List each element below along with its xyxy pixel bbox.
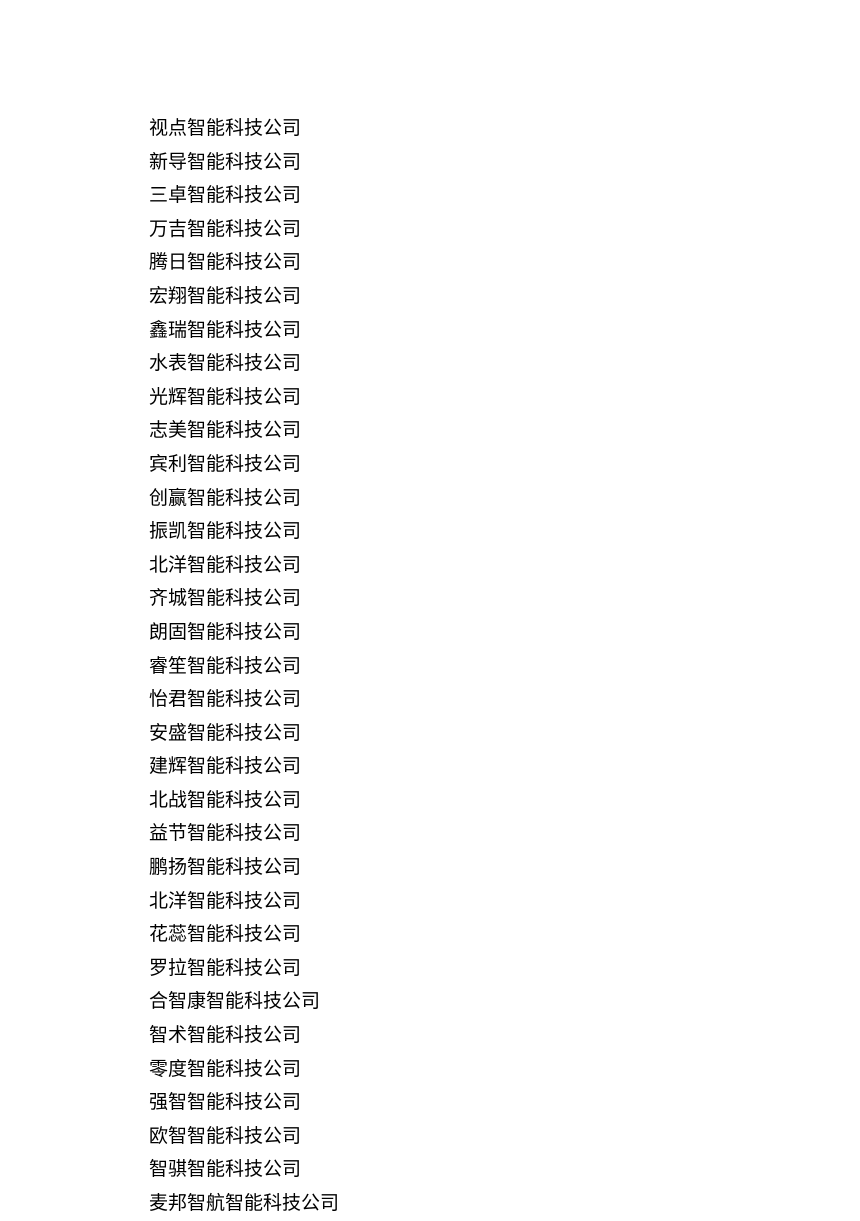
list-item: 视点智能科技公司 xyxy=(149,112,860,146)
company-list: 视点智能科技公司 新导智能科技公司 三卓智能科技公司 万吉智能科技公司 腾日智能… xyxy=(0,0,860,1221)
list-item: 志美智能科技公司 xyxy=(149,414,860,448)
list-item: 新导智能科技公司 xyxy=(149,146,860,180)
list-item: 益节智能科技公司 xyxy=(149,817,860,851)
list-item: 建辉智能科技公司 xyxy=(149,750,860,784)
list-item: 北洋智能科技公司 xyxy=(149,885,860,919)
list-item: 花蕊智能科技公司 xyxy=(149,918,860,952)
list-item: 零度智能科技公司 xyxy=(149,1053,860,1087)
list-item: 罗拉智能科技公司 xyxy=(149,952,860,986)
list-item: 鑫瑞智能科技公司 xyxy=(149,314,860,348)
list-item: 合智康智能科技公司 xyxy=(149,985,860,1019)
list-item: 强智智能科技公司 xyxy=(149,1086,860,1120)
list-item: 宾利智能科技公司 xyxy=(149,448,860,482)
list-item: 光辉智能科技公司 xyxy=(149,381,860,415)
list-item: 万吉智能科技公司 xyxy=(149,213,860,247)
list-item: 北战智能科技公司 xyxy=(149,784,860,818)
list-item: 创赢智能科技公司 xyxy=(149,482,860,516)
list-item: 腾日智能科技公司 xyxy=(149,246,860,280)
list-item: 智骐智能科技公司 xyxy=(149,1153,860,1187)
list-item: 朗固智能科技公司 xyxy=(149,616,860,650)
list-item: 怡君智能科技公司 xyxy=(149,683,860,717)
list-item: 欧智智能科技公司 xyxy=(149,1120,860,1154)
list-item: 睿笙智能科技公司 xyxy=(149,650,860,684)
list-item: 北洋智能科技公司 xyxy=(149,549,860,583)
list-item: 麦邦智航智能科技公司 xyxy=(149,1187,860,1221)
list-item: 三卓智能科技公司 xyxy=(149,179,860,213)
list-item: 水表智能科技公司 xyxy=(149,347,860,381)
list-item: 宏翔智能科技公司 xyxy=(149,280,860,314)
list-item: 齐城智能科技公司 xyxy=(149,582,860,616)
list-item: 振凯智能科技公司 xyxy=(149,515,860,549)
list-item: 安盛智能科技公司 xyxy=(149,717,860,751)
list-item: 鹏扬智能科技公司 xyxy=(149,851,860,885)
list-item: 智术智能科技公司 xyxy=(149,1019,860,1053)
